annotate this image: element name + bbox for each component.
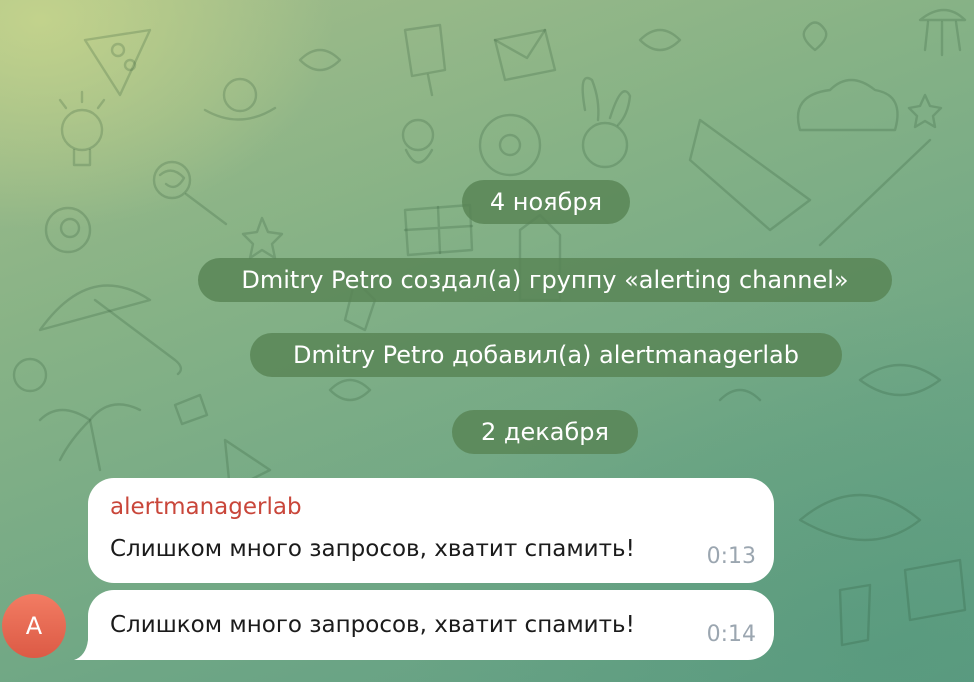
message-text: Слишком много запросов, хватит спамить! (110, 536, 635, 562)
message-bubble[interactable]: alertmanagerlab Слишком много запросов, … (88, 478, 774, 583)
service-message-group-created: Dmitry Petro создал(а) группу «alerting … (198, 258, 892, 302)
message-time: 0:14 (706, 622, 756, 647)
avatar-initial: A (25, 612, 43, 640)
date-separator-label: 2 декабря (481, 418, 609, 446)
message-sender-name[interactable]: alertmanagerlab (110, 494, 302, 520)
message-text: Слишком много запросов, хватит спамить! (110, 612, 635, 638)
bubble-tail-icon (74, 640, 102, 660)
message-time: 0:13 (706, 544, 756, 569)
service-message-text: Dmitry Petro добавил(а) alertmanagerlab (293, 341, 799, 369)
service-message-member-added: Dmitry Petro добавил(а) alertmanagerlab (250, 333, 842, 377)
date-separator-label: 4 ноября (489, 188, 603, 216)
avatar[interactable]: A (2, 594, 66, 658)
date-separator: 2 декабря (452, 410, 638, 454)
message-bubble[interactable]: Слишком много запросов, хватит спамить! … (88, 590, 774, 660)
service-message-text: Dmitry Petro создал(а) группу «alerting … (241, 266, 849, 294)
date-separator: 4 ноября (462, 180, 630, 224)
